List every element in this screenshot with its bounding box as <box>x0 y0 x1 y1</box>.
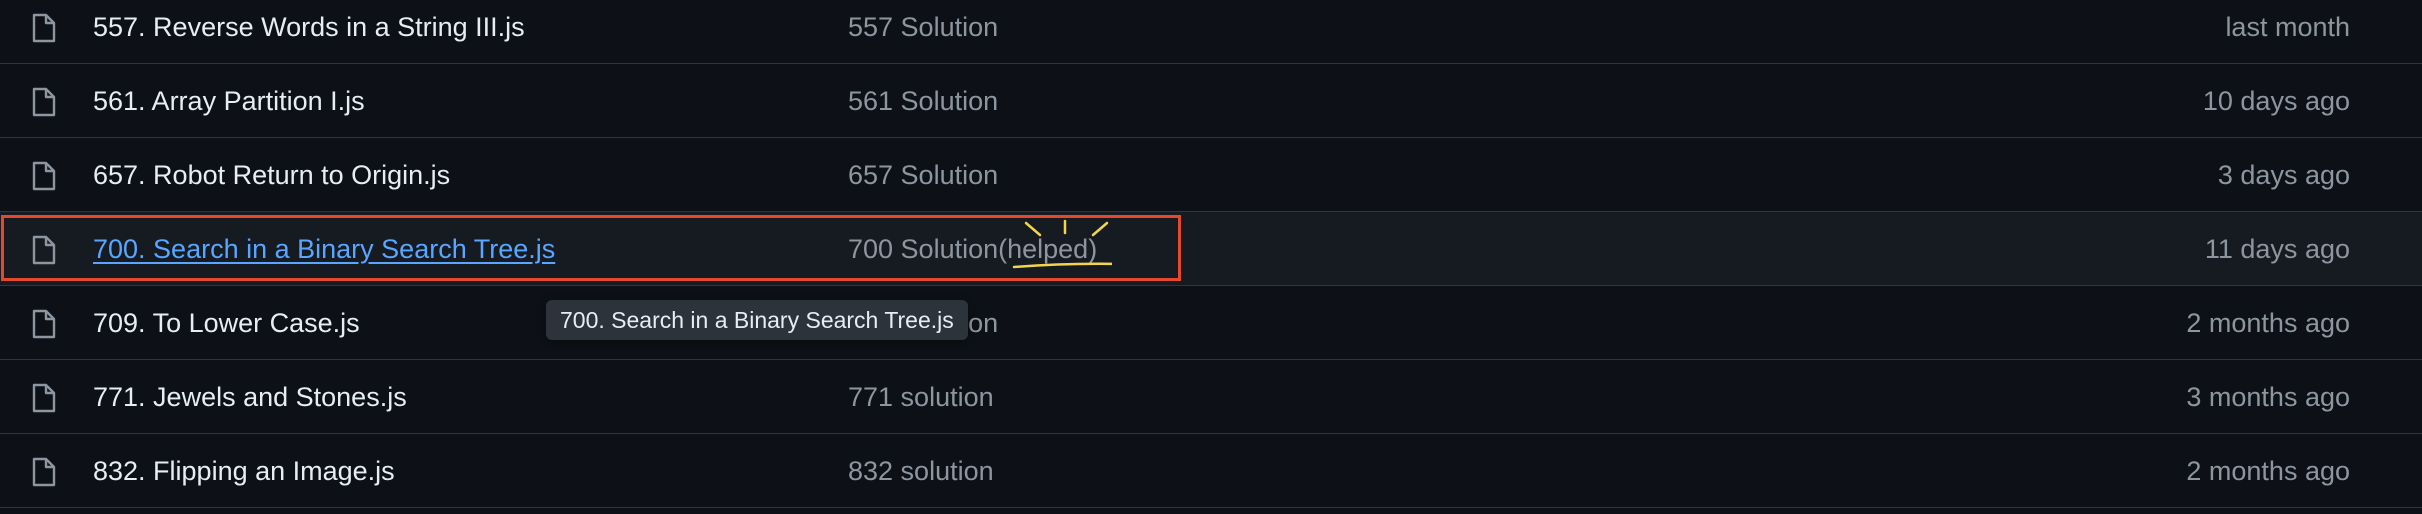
commit-message[interactable]: 657 Solution <box>848 138 998 212</box>
file-icon <box>30 457 58 487</box>
file-icon <box>30 13 58 43</box>
file-row[interactable]: 771. Jewels and Stones.js 771 solution 3… <box>0 360 2422 434</box>
file-name-link[interactable]: 700. Search in a Binary Search Tree.js <box>93 212 555 286</box>
file-name-link[interactable]: 557. Reverse Words in a String III.js <box>93 0 525 64</box>
commit-date: 2 months ago <box>2186 308 2350 338</box>
file-icon <box>30 309 58 339</box>
commit-annotation: (helped) <box>998 234 1098 264</box>
file-row[interactable]: 557. Reverse Words in a String III.js 55… <box>0 0 2422 64</box>
file-row[interactable]: 561. Array Partition I.js 561 Solution 1… <box>0 64 2422 138</box>
commit-date: last month <box>2225 12 2350 42</box>
file-name-link[interactable]: 709. To Lower Case.js <box>93 286 360 360</box>
file-icon <box>30 383 58 413</box>
commit-message[interactable]: 832 solution <box>848 434 994 508</box>
file-icon <box>30 161 58 191</box>
commit-date: 11 days ago <box>2204 234 2350 264</box>
file-row[interactable]: 657. Robot Return to Origin.js 657 Solut… <box>0 138 2422 212</box>
commit-message-text: 700 Solution <box>848 234 999 264</box>
commit-date: 3 months ago <box>2186 382 2350 412</box>
commit-date: 10 days ago <box>2202 86 2350 116</box>
file-name-link[interactable]: 561. Array Partition I.js <box>93 64 365 138</box>
commit-message[interactable]: 561 Solution <box>848 64 998 138</box>
file-name-link[interactable]: 832. Flipping an Image.js <box>93 434 395 508</box>
file-name-link[interactable]: 771. Jewels and Stones.js <box>93 360 407 434</box>
file-icon <box>30 87 58 117</box>
commit-message[interactable]: 557 Solution <box>848 0 998 64</box>
file-name-link[interactable]: 657. Robot Return to Origin.js <box>93 138 450 212</box>
file-icon <box>30 235 58 265</box>
commit-date: 2 months ago <box>2186 456 2350 486</box>
commit-date: 3 days ago <box>2217 160 2350 190</box>
filename-tooltip: 700. Search in a Binary Search Tree.js <box>546 300 968 340</box>
commit-message[interactable]: 771 solution <box>848 360 994 434</box>
file-row[interactable]: 832. Flipping an Image.js 832 solution 2… <box>0 434 2422 508</box>
commit-message[interactable]: 700 Solution(helped) <box>848 212 1097 286</box>
file-row-hovered[interactable]: 700. Search in a Binary Search Tree.js 7… <box>0 212 2422 286</box>
file-row[interactable]: 709. To Lower Case.js 709 Solution 2 mon… <box>0 286 2422 360</box>
